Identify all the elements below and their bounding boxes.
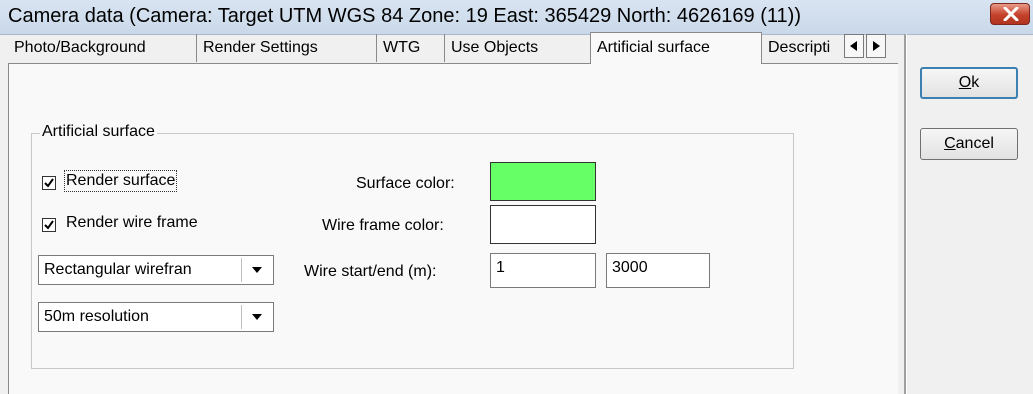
ok-label-rest: k xyxy=(971,74,980,91)
chevron-down-icon xyxy=(252,314,262,320)
render-surface-label[interactable]: Render surface xyxy=(63,170,178,192)
resolution-value: 50m resolution xyxy=(44,308,149,325)
cancel-button[interactable]: Cancel xyxy=(920,128,1018,160)
chevron-down-icon xyxy=(252,267,262,273)
tab-strip: Photo/Background Render Settings WTG Use… xyxy=(8,32,898,64)
ok-button[interactable]: Ok xyxy=(920,67,1018,99)
wire-start-value: 1 xyxy=(496,259,505,276)
title-bar: Camera data (Camera: Target UTM WGS 84 Z… xyxy=(0,0,1033,35)
cancel-mnemonic: C xyxy=(944,135,956,152)
window-title: Camera data (Camera: Target UTM WGS 84 Z… xyxy=(8,5,801,27)
wireframe-type-value: Rectangular wirefran xyxy=(44,261,192,278)
close-icon xyxy=(1003,7,1019,21)
button-area-divider xyxy=(904,34,907,394)
render-wireframe-label[interactable]: Render wire frame xyxy=(66,214,198,232)
render-surface-checkbox[interactable] xyxy=(42,176,56,190)
tab-scroll-right[interactable] xyxy=(866,34,886,58)
resolution-select[interactable]: 50m resolution xyxy=(38,302,274,332)
triangle-right-icon xyxy=(873,41,880,51)
wireframe-type-dropdown[interactable] xyxy=(241,258,271,282)
resolution-dropdown[interactable] xyxy=(241,305,271,329)
render-wireframe-checkbox[interactable] xyxy=(42,218,56,232)
cancel-label-rest: ancel xyxy=(955,135,994,152)
wireframe-color-label: Wire frame color: xyxy=(322,217,444,234)
artificial-surface-group xyxy=(31,133,794,369)
group-label: Artificial surface xyxy=(40,123,157,141)
triangle-left-icon xyxy=(850,41,857,51)
close-button[interactable] xyxy=(990,3,1030,25)
checkmark-icon xyxy=(44,220,54,230)
wireframe-color-swatch[interactable] xyxy=(490,205,596,244)
wire-start-input[interactable]: 1 xyxy=(490,253,596,288)
tab-description[interactable]: Descripti xyxy=(762,34,852,62)
tab-scroll-left[interactable] xyxy=(844,34,864,58)
wireframe-type-select[interactable]: Rectangular wirefran xyxy=(38,255,274,285)
wire-end-value: 3000 xyxy=(612,259,648,276)
ok-mnemonic: O xyxy=(958,74,972,91)
tab-wtg[interactable]: WTG xyxy=(377,34,445,62)
tab-artificial-surface[interactable]: Artificial surface xyxy=(590,32,762,64)
tab-photo-background[interactable]: Photo/Background xyxy=(8,34,197,62)
wire-end-input[interactable]: 3000 xyxy=(606,253,710,288)
tab-render-settings[interactable]: Render Settings xyxy=(197,34,377,62)
surface-color-swatch[interactable] xyxy=(490,162,596,201)
surface-color-label: Surface color: xyxy=(356,175,455,192)
wire-range-label: Wire start/end (m): xyxy=(304,263,437,280)
tab-use-objects[interactable]: Use Objects xyxy=(445,34,590,62)
checkmark-icon xyxy=(44,178,54,188)
